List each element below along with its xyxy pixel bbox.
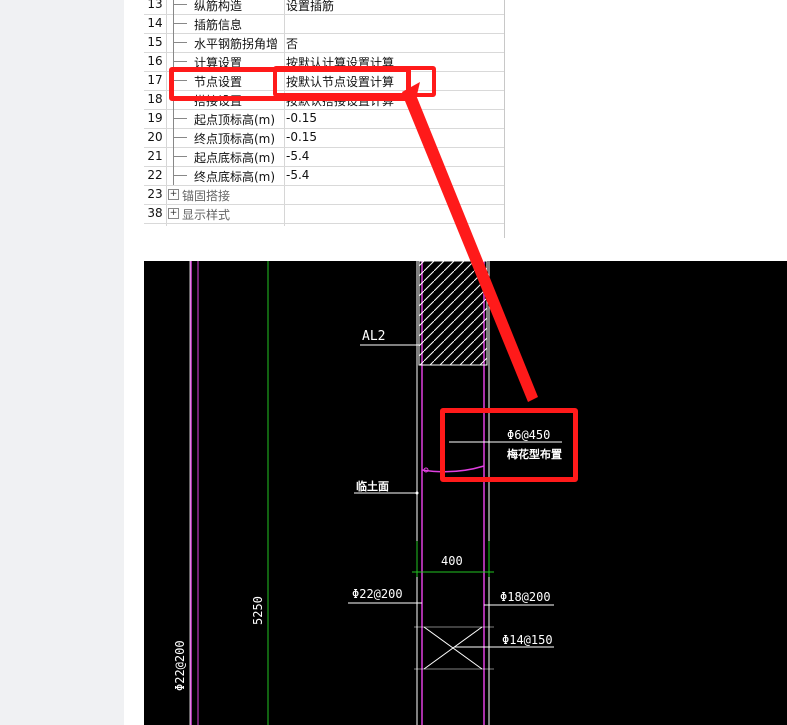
beam-hatch xyxy=(418,261,488,366)
panel-border xyxy=(504,0,505,238)
tree-branch xyxy=(173,175,187,176)
rebar-right-label: Φ18@200 xyxy=(500,590,551,604)
property-name: 起点底标高(m) xyxy=(194,151,276,165)
tree-branch xyxy=(173,156,187,157)
soil-face-label: 临土面 xyxy=(356,479,389,493)
row-number: 13 xyxy=(147,0,163,11)
wall-thickness-label: 400 xyxy=(441,554,463,568)
property-row[interactable]: 23 + 锚固搭接 xyxy=(144,185,504,205)
row-number: 22 xyxy=(147,168,163,182)
tree-branch xyxy=(173,23,187,24)
tree-branch xyxy=(173,4,187,5)
property-name: 起点顶标高(m) xyxy=(194,113,276,127)
property-value[interactable]: -0.15 xyxy=(286,130,317,144)
tree-branch xyxy=(173,137,187,138)
property-name: 显示样式 xyxy=(182,208,231,222)
vertical-dimension-label: 5250 xyxy=(251,596,265,625)
row-number: 38 xyxy=(147,206,163,220)
row-number: 16 xyxy=(147,54,163,68)
property-row[interactable]: 21 起点底标高(m) -5.4 xyxy=(144,147,504,167)
cad-drawing-svg: AL2 Φ6@450 梅花型布置 临土面 400 Φ22@200 Φ18@200… xyxy=(173,261,562,725)
property-row[interactable]: 13 纵筋构造 设置插筋 xyxy=(144,0,504,15)
property-value[interactable]: 否 xyxy=(286,35,298,52)
property-row[interactable]: 14 插筋信息 xyxy=(144,14,504,34)
property-name: 锚固搭接 xyxy=(182,189,231,203)
rebar-tie-label: Φ14@150 xyxy=(502,633,553,647)
row-number: 23 xyxy=(147,187,163,201)
property-row[interactable]: 19 起点顶标高(m) -0.15 xyxy=(144,109,504,129)
property-name: 水平钢筋拐角增 xyxy=(194,37,279,51)
row-number: 14 xyxy=(147,16,163,30)
tree-line xyxy=(173,0,174,14)
expand-plus-icon[interactable]: + xyxy=(168,208,179,219)
property-row[interactable]: 22 终点底标高(m) -5.4 xyxy=(144,166,504,186)
property-name: 插筋信息 xyxy=(194,18,243,32)
row-number: 18 xyxy=(147,92,163,106)
soil-leader-dot xyxy=(415,491,419,495)
expand-plus-icon[interactable]: + xyxy=(168,189,179,200)
tree-branch xyxy=(173,118,187,119)
rebar-vertical-label: Φ22@200 xyxy=(173,640,187,691)
property-row[interactable]: 38 + 显示样式 xyxy=(144,204,504,224)
property-name: 终点顶标高(m) xyxy=(194,132,276,146)
row-number: 21 xyxy=(147,149,163,163)
property-row[interactable]: 20 终点顶标高(m) -0.15 xyxy=(144,128,504,148)
row-number: 15 xyxy=(147,35,163,49)
left-gutter xyxy=(0,0,124,725)
row-number: 19 xyxy=(147,111,163,125)
row-number: 20 xyxy=(147,130,163,144)
property-value[interactable]: -5.4 xyxy=(286,149,309,163)
highlight-box-rebar xyxy=(440,408,578,482)
property-name: 终点底标高(m) xyxy=(194,170,276,184)
highlight-box-node-value xyxy=(273,66,436,97)
tree-branch xyxy=(173,61,187,62)
tree-branch xyxy=(173,42,187,43)
property-row[interactable]: 15 水平钢筋拐角增否 xyxy=(144,33,504,53)
property-value[interactable]: -5.4 xyxy=(286,168,309,182)
property-name: 纵筋构造 xyxy=(194,0,243,13)
row-number: 17 xyxy=(147,73,163,87)
rebar-left-label: Φ22@200 xyxy=(352,587,403,601)
property-value[interactable]: 设置插筋 xyxy=(286,0,334,14)
property-value[interactable]: -0.15 xyxy=(286,111,317,125)
beam-label: AL2 xyxy=(362,329,385,344)
cad-drawing-canvas[interactable]: AL2 Φ6@450 梅花型布置 临土面 400 Φ22@200 Φ18@200… xyxy=(144,261,787,725)
